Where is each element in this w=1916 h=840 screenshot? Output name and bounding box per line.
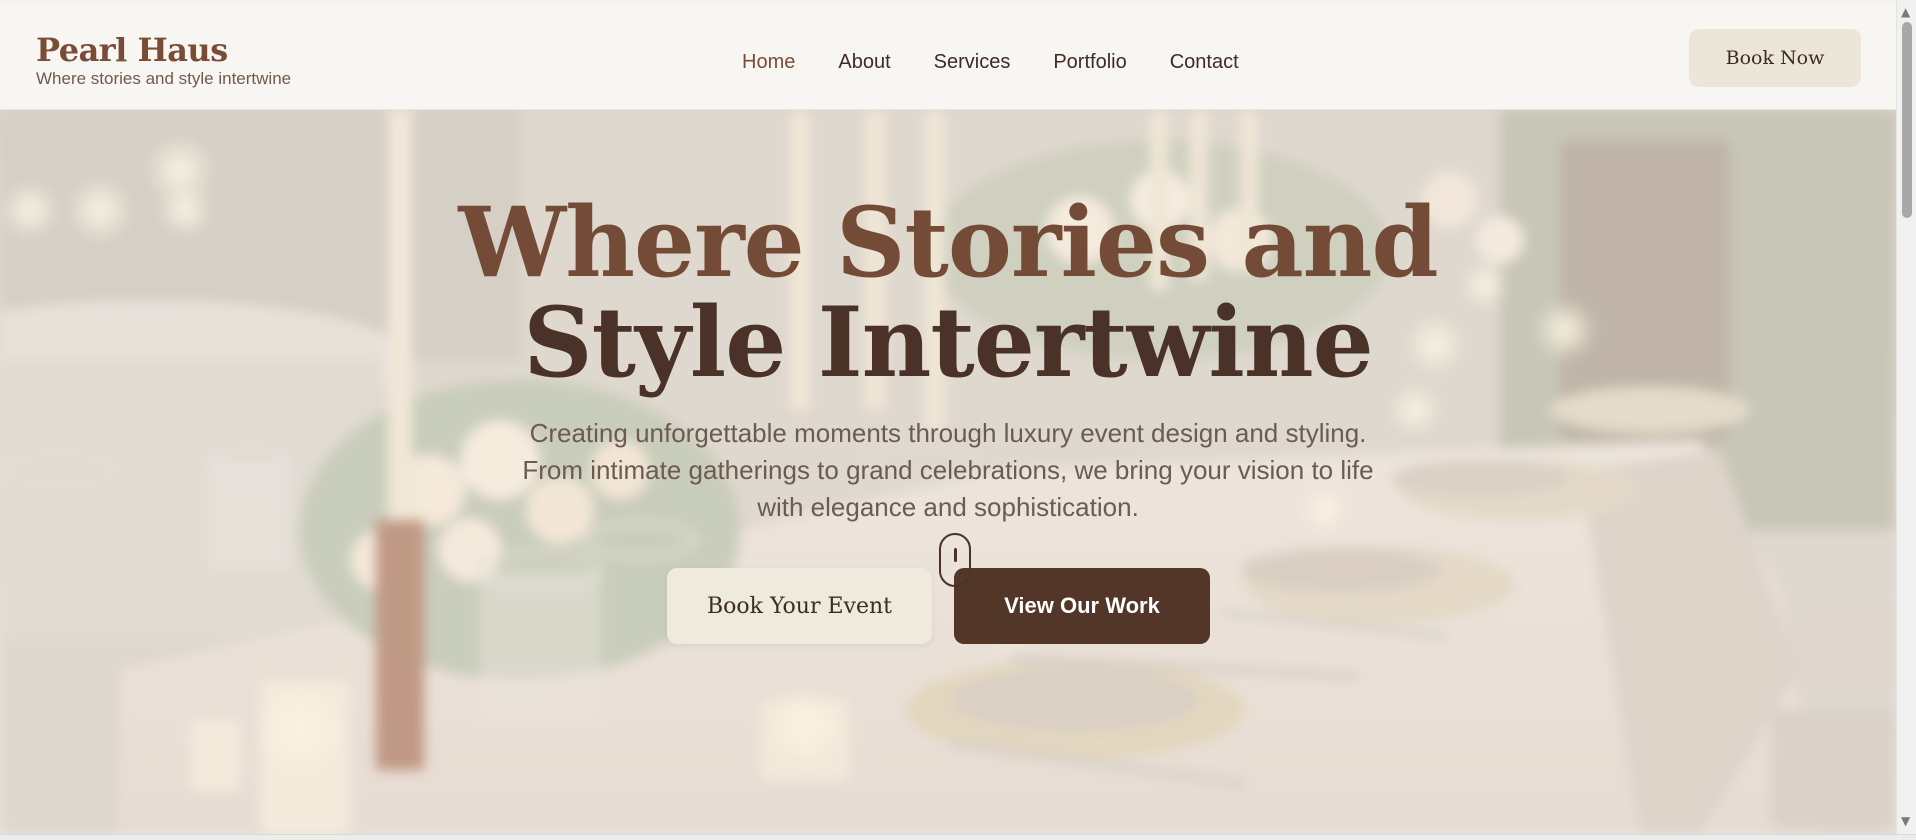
brand-name: Pearl Haus [36,31,228,69]
vertical-scrollbar[interactable]: ▲ ▼ [1896,0,1916,834]
book-your-event-button[interactable]: Book Your Event [667,568,932,644]
brand-tagline: Where stories and style intertwine [36,69,292,88]
scroll-wheel-dot [954,548,957,562]
book-now-button[interactable]: Book Now [1689,29,1861,87]
nav-item-about[interactable]: About [838,50,890,74]
main-nav: Home About Services Portfolio Contact [742,50,1282,74]
chevron-up-icon[interactable]: ▲ [1901,6,1910,18]
hero-title-line-2: Style Intertwine [523,286,1373,399]
chevron-down-icon[interactable]: ▼ [1901,815,1910,827]
nav-item-portfolio[interactable]: Portfolio [1053,50,1126,74]
hero-subtitle: Creating unforgettable moments through l… [522,418,1374,522]
hero-title-line-1: Where Stories and [458,186,1438,299]
nav-item-services[interactable]: Services [934,50,1011,74]
brand-logo[interactable]: Pearl Haus Where stories and style inter… [36,32,291,89]
site-header: Pearl Haus Where stories and style inter… [0,6,1896,110]
nav-item-contact[interactable]: Contact [1170,50,1239,74]
scrollbar-thumb[interactable] [1902,22,1912,218]
mouse-scroll-icon[interactable] [939,533,971,587]
view-our-work-button[interactable]: View Our Work [954,568,1210,644]
window-bottom-edge [0,834,1916,840]
page-viewport: Pearl Haus Where stories and style inter… [0,0,1896,834]
nav-item-home[interactable]: Home [742,50,795,74]
hero-title: Where Stories and Style Intertwine [0,193,1896,393]
